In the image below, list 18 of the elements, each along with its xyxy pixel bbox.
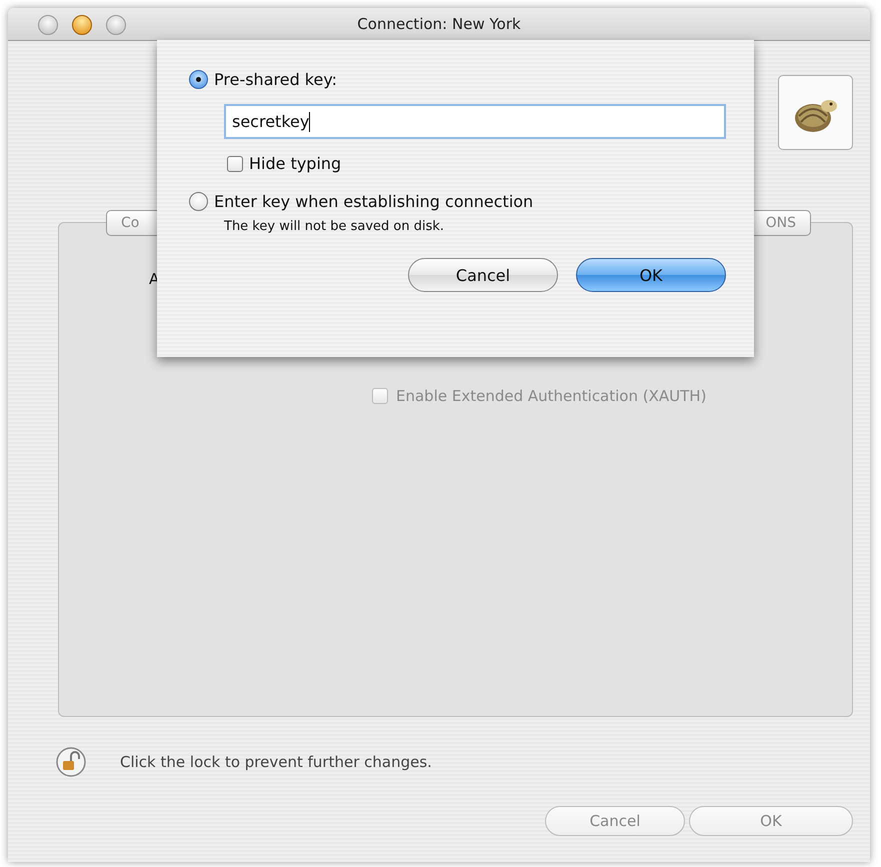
lock-icon[interactable] <box>56 747 86 777</box>
window-title: Connection: New York <box>357 15 521 33</box>
zoom-button[interactable] <box>106 15 126 35</box>
radio-button[interactable] <box>189 192 208 211</box>
ok-button[interactable]: OK <box>576 258 726 292</box>
minimize-button[interactable] <box>72 15 92 35</box>
radio-button[interactable] <box>189 70 208 89</box>
armadillo-icon <box>778 75 853 150</box>
lock-hint: Click the lock to prevent further changes. <box>120 753 432 771</box>
key-field[interactable]: secretkey <box>224 104 726 139</box>
note-text: The key will not be saved on disk. <box>224 219 446 234</box>
checkbox-label: Hide typing <box>249 154 342 173</box>
radio-label: Enter key when establishing connection <box>214 192 534 211</box>
close-button[interactable] <box>38 15 58 35</box>
checkbox-label: Enable Extended Authentication (XAUTH) <box>396 387 706 405</box>
cancel-button[interactable]: Cancel <box>408 258 558 292</box>
radio-label: Pre-shared key: <box>214 70 338 89</box>
checkbox[interactable] <box>227 156 243 172</box>
